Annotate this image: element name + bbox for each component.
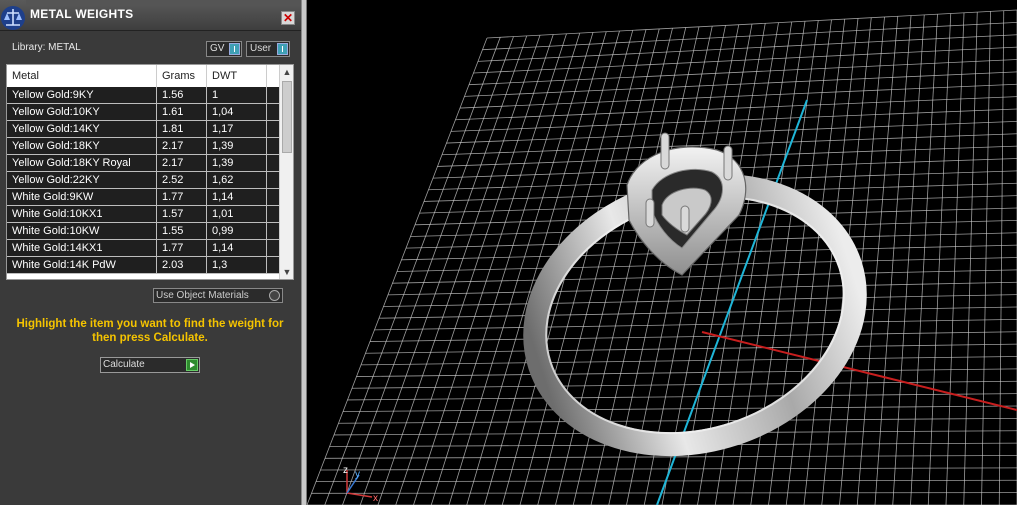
scroll-up-icon[interactable]: ▲	[280, 65, 293, 79]
table-header: Metal Grams DWT	[7, 65, 279, 88]
cell-grams: 1.77	[157, 240, 207, 256]
cell-grams: 1.81	[157, 121, 207, 137]
table-row[interactable]: White Gold:14K PdW 2.03 1,3	[7, 257, 279, 274]
cell-dwt: 1,14	[207, 240, 267, 256]
cell-metal: Yellow Gold:18KY Royal	[7, 155, 157, 171]
cell-metal: White Gold:10KW	[7, 223, 157, 239]
table-row[interactable]: Yellow Gold:18KY 2.17 1,39	[7, 138, 279, 155]
close-icon: ✕	[282, 11, 294, 25]
table-row[interactable]: White Gold:14KX1 1.77 1,14	[7, 240, 279, 257]
cell-dwt: 1,04	[207, 104, 267, 120]
play-arrow-icon	[186, 359, 198, 371]
table-row[interactable]: Yellow Gold:9KY 1.56 1	[7, 87, 279, 104]
axis-gizmo-y-label: y	[355, 469, 360, 480]
cell-grams: 1.55	[157, 223, 207, 239]
panel-title: METAL WEIGHTS	[30, 7, 134, 21]
cell-grams: 1.56	[157, 87, 207, 103]
library-label: Library: METAL	[12, 42, 81, 53]
table-row[interactable]: White Gold:10KW 1.55 0,99	[7, 223, 279, 240]
axis-gizmo-x-label: x	[373, 493, 378, 504]
metal-weights-panel: METAL WEIGHTS ✕ Library: METAL GV User M…	[0, 0, 302, 505]
cell-grams: 2.17	[157, 155, 207, 171]
table-body: Yellow Gold:9KY 1.56 1 Yellow Gold:10KY 1.61…	[7, 87, 279, 274]
cell-dwt: 1,01	[207, 206, 267, 222]
viewport-canvas[interactable]: z y x	[307, 0, 1017, 505]
cell-grams: 1.77	[157, 189, 207, 205]
cell-metal: White Gold:9KW	[7, 189, 157, 205]
cell-dwt: 1,39	[207, 155, 267, 171]
use-object-materials-option[interactable]: Use Object Materials	[153, 288, 283, 303]
calculate-button-label: Calculate	[103, 359, 145, 370]
column-header-dwt[interactable]: DWT	[207, 65, 267, 87]
close-button[interactable]: ✕	[281, 11, 295, 25]
scroll-thumb[interactable]	[282, 81, 292, 153]
cell-dwt: 1,62	[207, 172, 267, 188]
panel-titlebar[interactable]: METAL WEIGHTS ✕	[0, 0, 301, 31]
cell-metal: Yellow Gold:14KY	[7, 121, 157, 137]
toolbar-strip	[26, 0, 301, 6]
axis-gizmo-z-label: z	[343, 465, 348, 476]
user-toggle[interactable]: User	[246, 41, 290, 57]
gv-toggle[interactable]: GV	[206, 41, 242, 57]
cell-grams: 1.57	[157, 206, 207, 222]
cell-dwt: 1,39	[207, 138, 267, 154]
cell-metal: White Gold:10KX1	[7, 206, 157, 222]
gv-toggle-label: GV	[210, 43, 225, 54]
radio-icon	[269, 290, 280, 301]
cell-grams: 2.03	[157, 257, 207, 273]
metal-weights-table: Metal Grams DWT Yellow Gold:9KY 1.56 1 Yell…	[6, 64, 294, 280]
cell-metal: White Gold:14KX1	[7, 240, 157, 256]
instruction-text: Highlight the item you want to find the …	[16, 318, 284, 344]
cell-metal: Yellow Gold:10KY	[7, 104, 157, 120]
calculate-button[interactable]: Calculate	[100, 357, 200, 373]
table-row[interactable]: Yellow Gold:18KY Royal 2.17 1,39	[7, 155, 279, 172]
table-row[interactable]: Yellow Gold:22KY 2.52 1,62	[7, 172, 279, 189]
toggle-knob-icon	[277, 43, 288, 55]
3d-viewport[interactable]: z y x	[307, 0, 1017, 505]
cell-grams: 2.17	[157, 138, 207, 154]
column-header-metal[interactable]: Metal	[7, 65, 157, 87]
cell-grams: 1.61	[157, 104, 207, 120]
toggle-knob-icon	[229, 43, 240, 55]
use-object-materials-label: Use Object Materials	[156, 290, 249, 301]
table-row[interactable]: Yellow Gold:14KY 1.81 1,17	[7, 121, 279, 138]
column-header-grams[interactable]: Grams	[157, 65, 207, 87]
table-row[interactable]: White Gold:10KX1 1.57 1,01	[7, 206, 279, 223]
table-scrollbar[interactable]: ▲ ▼	[279, 65, 293, 279]
user-toggle-label: User	[250, 43, 272, 54]
cell-metal: Yellow Gold:9KY	[7, 87, 157, 103]
table-row[interactable]: White Gold:9KW 1.77 1,14	[7, 189, 279, 206]
scale-icon	[1, 6, 25, 30]
cell-metal: Yellow Gold:22KY	[7, 172, 157, 188]
cell-dwt: 1	[207, 87, 267, 103]
cell-dwt: 0,99	[207, 223, 267, 239]
cell-metal: White Gold:14K PdW	[7, 257, 157, 273]
cell-dwt: 1,17	[207, 121, 267, 137]
cell-metal: Yellow Gold:18KY	[7, 138, 157, 154]
cell-dwt: 1,14	[207, 189, 267, 205]
table-row[interactable]: Yellow Gold:10KY 1.61 1,04	[7, 104, 279, 121]
cell-grams: 2.52	[157, 172, 207, 188]
cell-dwt: 1,3	[207, 257, 267, 273]
scroll-down-icon[interactable]: ▼	[280, 265, 293, 279]
